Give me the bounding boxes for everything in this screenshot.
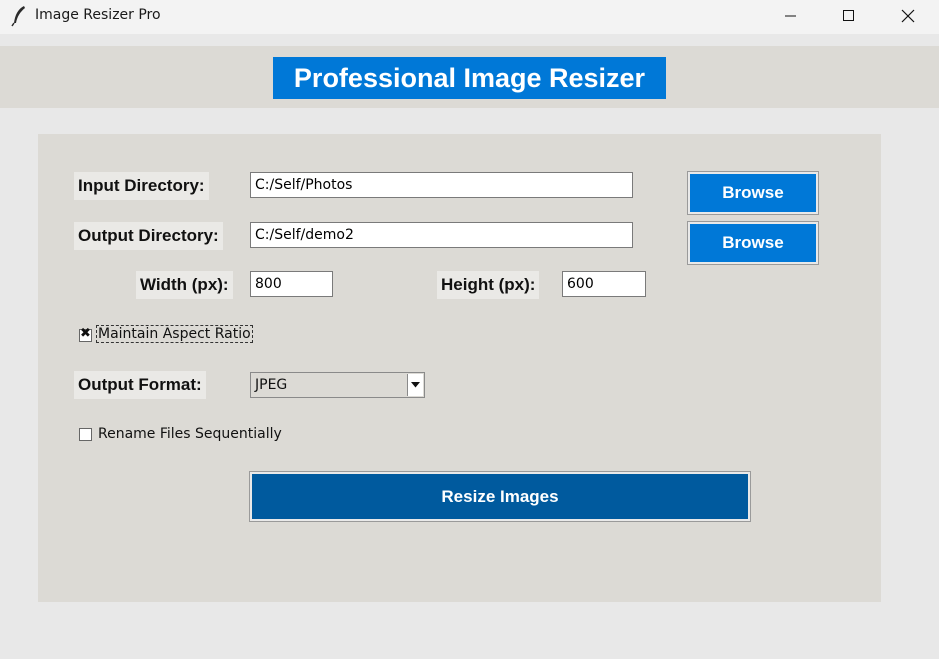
output-format-value: JPEG [255,377,288,393]
input-browse-button[interactable]: Browse [687,171,819,215]
dropdown-arrow-icon[interactable] [407,374,423,396]
resize-images-button[interactable]: Resize Images [249,471,751,522]
window-titlebar: Image Resizer Pro [0,0,939,34]
output-browse-button[interactable]: Browse [687,221,819,265]
width-field[interactable]: 800 [250,271,333,297]
rename-sequential-checkbox[interactable] [79,428,92,441]
feather-icon [10,5,28,27]
input-directory-label: Input Directory: [74,172,209,200]
close-icon [901,9,915,23]
minimize-button[interactable] [762,0,820,32]
rename-sequential-label[interactable]: Rename Files Sequentially [98,426,282,442]
maintain-aspect-label[interactable]: Maintain Aspect Ratio [96,325,253,343]
output-directory-label: Output Directory: [74,222,223,250]
output-format-select[interactable]: JPEG [250,372,425,398]
maintain-aspect-checkbox[interactable]: ✖ [79,326,92,342]
height-label: Height (px): [437,271,540,299]
window-title: Image Resizer Pro [35,7,161,23]
maximize-icon [843,10,855,22]
maximize-button[interactable] [820,0,878,32]
width-label: Width (px): [136,271,233,299]
output-directory-field[interactable]: C:/Self/demo2 [250,222,633,248]
page-title: Professional Image Resizer [273,57,666,99]
height-field[interactable]: 600 [562,271,646,297]
minimize-icon [785,10,797,22]
output-format-label: Output Format: [74,371,206,399]
input-directory-field[interactable]: C:/Self/Photos [250,172,633,198]
close-button[interactable] [879,0,937,32]
checkmark-icon: ✖ [80,326,91,341]
